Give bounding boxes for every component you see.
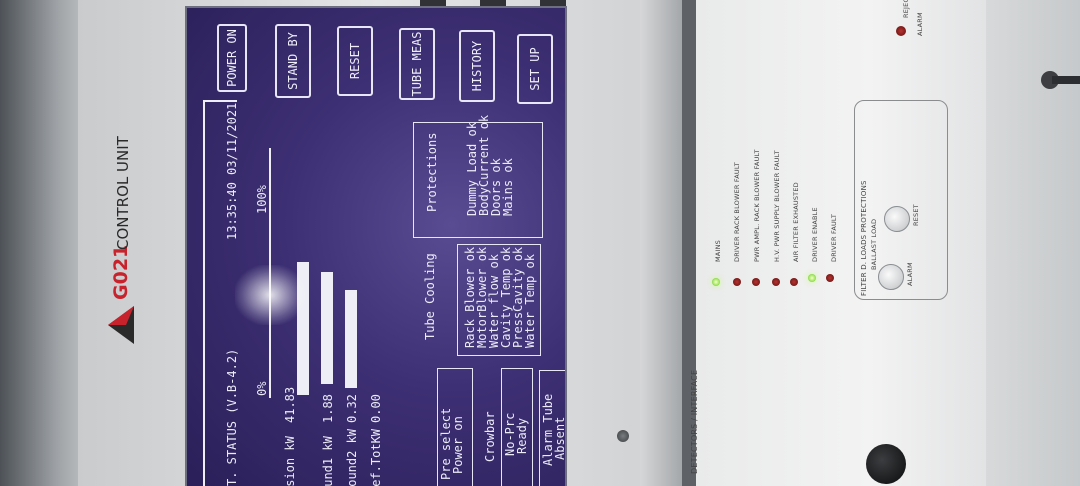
- bezel-edge: [640, 0, 682, 486]
- history-button[interactable]: HISTORY: [459, 30, 495, 102]
- mains-led: [712, 278, 720, 286]
- scale-max-label: 100%: [255, 185, 269, 214]
- reading-value: 1.88: [321, 394, 335, 423]
- panel-screw: [617, 430, 629, 442]
- scale-min-label: 0%: [255, 381, 269, 396]
- detector-label: MAINS: [714, 240, 722, 262]
- reading-bar: [321, 272, 333, 384]
- tube-meas-button[interactable]: TUBE MEAS: [399, 28, 435, 100]
- reading-label: Ref.TotKW: [369, 428, 383, 486]
- air-filter-exhausted-led: [790, 278, 798, 286]
- screen-datetime: 13:35:40 03/11/2021: [225, 102, 239, 240]
- detector-label: AIR FILTER EXHAUSTED: [792, 182, 800, 262]
- reading-label: ound1 kW: [321, 436, 335, 486]
- detector-label: H.V. PWR SUPPLY BLOWER FAULT: [773, 150, 781, 262]
- reading-value: 0.32: [345, 394, 359, 423]
- reading-value: 41.83: [283, 386, 297, 423]
- tube-cooling-title: Tube Cooling: [423, 253, 437, 340]
- handle-icon[interactable]: [1040, 60, 1080, 100]
- reset-knob[interactable]: [884, 206, 910, 232]
- cooling-item: Water Temp ok: [523, 254, 537, 348]
- reading-label: ision kW: [283, 436, 297, 486]
- detector-label: DRIVER ENABLE: [811, 207, 819, 262]
- alarm-knob-label: ALARM: [906, 262, 914, 286]
- brand-logo-icon: [108, 306, 134, 344]
- set-up-button[interactable]: SET UP: [517, 34, 553, 104]
- filter-title: FILTER D. LOADS PROTECTIONS: [860, 180, 868, 296]
- detectors-section-title: DETECTORS / INTERFACE: [690, 369, 699, 474]
- model-label: G021: [110, 244, 132, 300]
- detector-label: PWR AMPL. RACK BLOWER FAULT: [753, 149, 761, 262]
- power-on-button[interactable]: POWER ON: [217, 24, 247, 92]
- reading-value: 0.00: [369, 394, 383, 423]
- alarm-knob[interactable]: [878, 264, 904, 290]
- preselect-value: Power on: [451, 416, 465, 474]
- detector-label: DRIVER FAULT: [830, 213, 838, 262]
- screen-divider: [203, 100, 237, 102]
- driver-enable-led: [808, 274, 816, 282]
- ballast-load-label: BALLAST LOAD: [870, 218, 878, 270]
- alarm-led: [896, 26, 906, 36]
- alarm-tube-value: Absent: [553, 416, 567, 460]
- reading-bar: [345, 290, 357, 388]
- reset-knob-label: RESET: [912, 204, 920, 226]
- far-alarm-label: ALARM: [916, 12, 924, 36]
- driver-rack-blower-fault-led: [733, 278, 741, 286]
- hv-pwr-supply-blower-fault-led: [772, 278, 780, 286]
- pwr-ampl-rack-blower-fault-led: [752, 278, 760, 286]
- crowbar-status: Ready: [515, 417, 529, 454]
- far-reject-label: REJEC: [902, 0, 910, 18]
- reset-button[interactable]: RESET: [337, 26, 373, 96]
- reading-label: Sound2 kW: [345, 428, 359, 486]
- stand-by-button[interactable]: STAND BY: [275, 24, 311, 98]
- driver-fault-led: [826, 274, 834, 282]
- photo-scene: G021 CONTROL UNIT POWER ON STAND BY RESE…: [0, 0, 1080, 486]
- crowbar-label: Crowbar: [483, 411, 497, 462]
- detector-label: DRIVER RACK BLOWER FAULT: [733, 162, 741, 262]
- protections-title: Protections: [425, 132, 439, 212]
- protection-item: Mains ok: [501, 158, 515, 216]
- unit-name-label: CONTROL UNIT: [114, 136, 132, 250]
- screen-title: T. STATUS (V.B-4.2): [225, 348, 239, 486]
- rotary-knob[interactable]: [866, 444, 906, 484]
- left-rack-panel: [0, 0, 80, 486]
- screen-divider: [203, 100, 205, 486]
- screen-glare: [235, 265, 305, 325]
- lcd-screen: POWER ON STAND BY RESET TUBE MEAS HISTOR…: [185, 6, 567, 486]
